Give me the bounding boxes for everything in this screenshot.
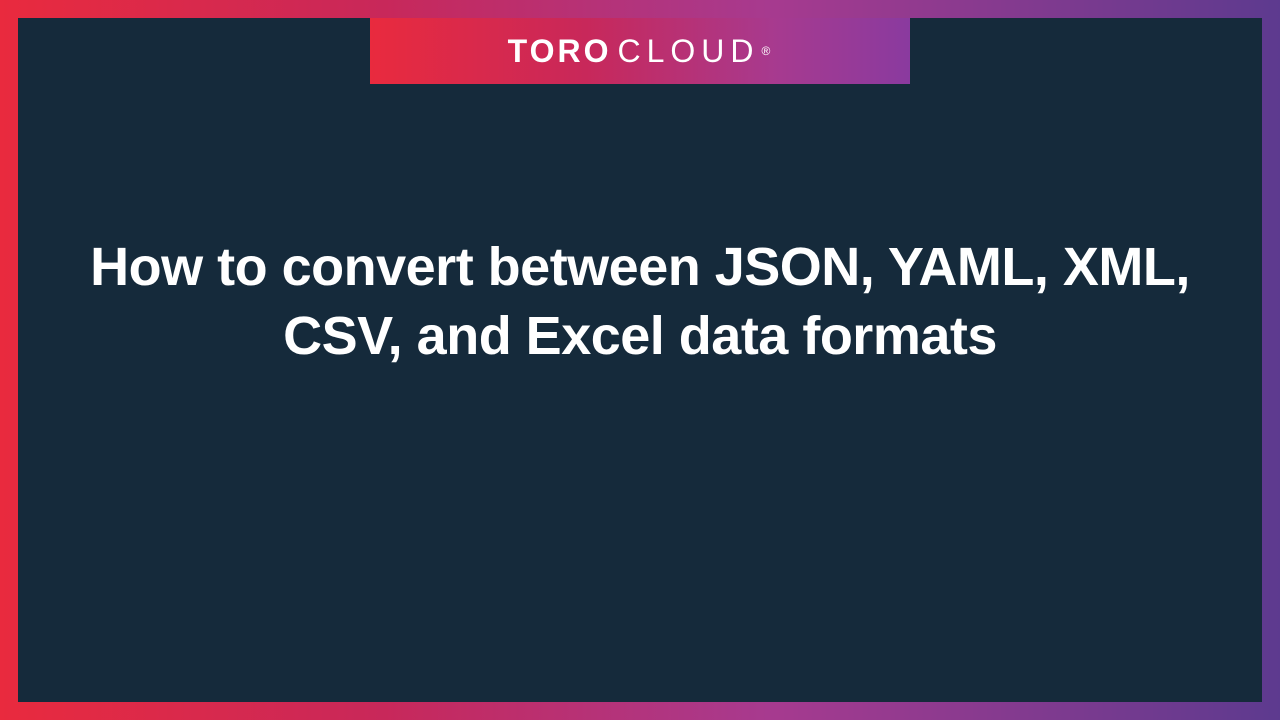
main-title: How to convert between JSON, YAML, XML, … — [78, 233, 1202, 371]
title-container: How to convert between JSON, YAML, XML, … — [78, 233, 1202, 371]
logo-toro: TORO — [508, 33, 612, 70]
registered-mark: ® — [762, 44, 773, 58]
logo-cloud: CLOUD — [618, 33, 760, 70]
logo-banner: TORO CLOUD ® — [370, 18, 910, 84]
main-frame: TORO CLOUD ® How to convert between JSON… — [18, 18, 1262, 702]
logo: TORO CLOUD ® — [508, 33, 773, 70]
